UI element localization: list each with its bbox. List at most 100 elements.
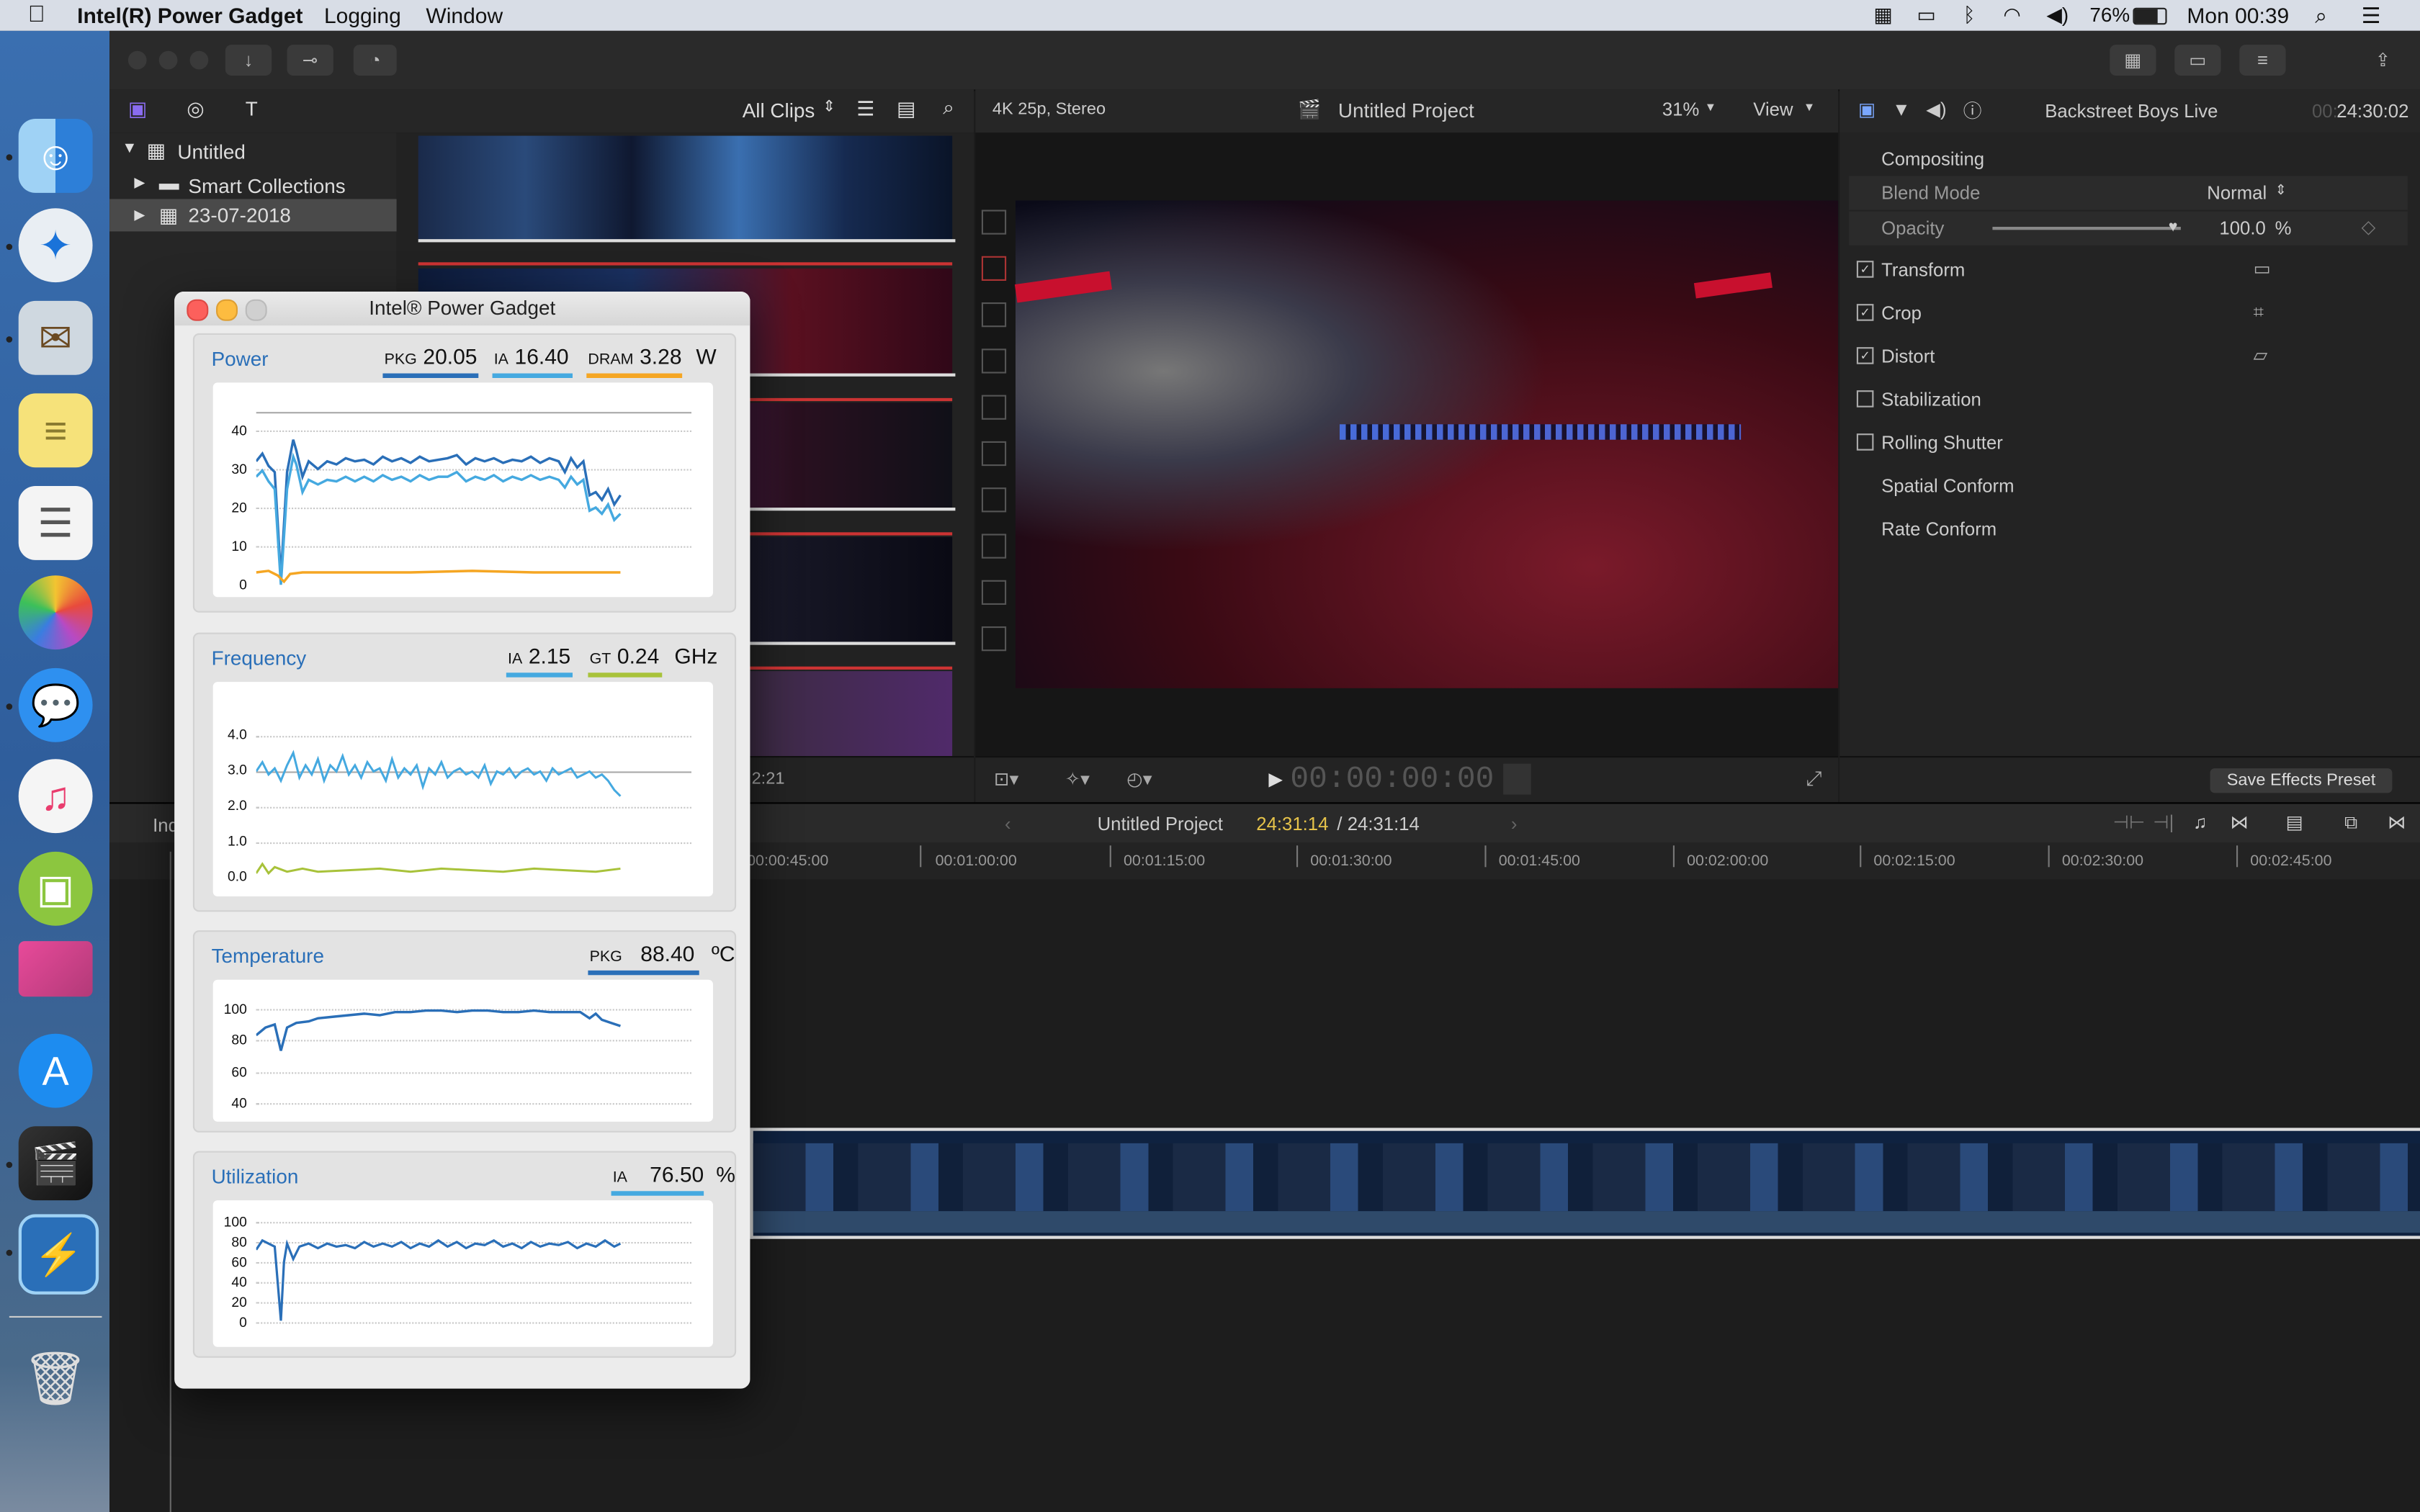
timeline-toggle-icon[interactable]: ▭ — [2174, 45, 2221, 76]
browser-toggle-icon[interactable]: ▦ — [2110, 45, 2156, 76]
compositing-section[interactable]: Compositing — [1849, 142, 2408, 176]
effects-browser-icon[interactable]: ⧉ — [2344, 811, 2357, 834]
mail-icon[interactable]: ✉ — [18, 300, 93, 375]
checkbox-unchecked-icon[interactable] — [1856, 390, 1874, 408]
headphones-icon[interactable]: ♫ — [2193, 811, 2207, 833]
video-frame[interactable] — [1014, 200, 1839, 688]
clip-filter[interactable]: All Clips — [743, 99, 815, 122]
transitions-browser-icon[interactable]: ⋈ — [2388, 811, 2406, 833]
photos-icon[interactable] — [18, 575, 93, 650]
opacity-value[interactable]: 100.0 — [2219, 217, 2265, 239]
airplay-icon[interactable]: ▭ — [1917, 3, 1935, 27]
view-menu[interactable]: View — [1753, 99, 1793, 120]
event-item-selected[interactable]: ▶ ▦ 23-07-2018 — [109, 199, 397, 232]
back-icon[interactable]: ‹ — [1005, 813, 1011, 834]
y-tick-label: 20 — [231, 1294, 247, 1310]
distort-icon[interactable]: ▱ — [2254, 344, 2268, 366]
battery-icon[interactable] — [2133, 7, 2167, 25]
reminders-icon[interactable]: ☰ — [18, 486, 93, 560]
trash-icon[interactable]: 🗑 — [19, 1342, 93, 1416]
final-cut-pro-icon[interactable]: 🎬 — [18, 1126, 93, 1201]
effect-row-spatial-conform[interactable]: Spatial Conform — [1849, 469, 2408, 503]
list-view-icon[interactable]: ☰ — [856, 97, 874, 122]
disclosure-closed-icon[interactable]: ▶ — [134, 207, 145, 224]
zoom-button[interactable] — [189, 50, 209, 70]
search-icon[interactable]: ⌕ — [943, 96, 954, 120]
close-button[interactable] — [187, 299, 209, 321]
share-icon[interactable]: ⇪ — [2360, 45, 2406, 76]
retime-icon[interactable]: ◴▾ — [1126, 768, 1152, 790]
viewer-timecode[interactable]: 00:00:00:00 — [1290, 762, 1494, 798]
messages-icon[interactable]: 💬 — [18, 667, 93, 742]
background-tasks-icon[interactable]: ◔ — [353, 45, 397, 76]
zoom-menu[interactable]: 31% — [1662, 99, 1699, 120]
libraries-icon[interactable]: ▣ — [128, 97, 147, 122]
save-effects-preset-button[interactable]: Save Effects Preset — [2210, 768, 2393, 793]
titles-icon[interactable]: T — [246, 97, 258, 120]
enhance-icon[interactable]: ✧▾ — [1065, 768, 1090, 790]
disclosure-closed-icon[interactable]: ▶ — [134, 174, 145, 192]
menu-window[interactable]: Window — [426, 3, 503, 27]
fullscreen-icon[interactable]: ⤢ — [1806, 767, 1821, 791]
bluetooth-icon[interactable]: ᛒ — [1963, 3, 1976, 26]
blend-mode-popup[interactable]: Normal — [2207, 182, 2267, 204]
status-icon[interactable]: ▦ — [1873, 3, 1892, 27]
imac-icon[interactable] — [18, 941, 93, 997]
clock[interactable]: Mon 00:39 — [2187, 3, 2289, 27]
cloud-app-icon[interactable]: ▣ — [18, 851, 93, 926]
checkbox-checked-icon[interactable]: ✓ — [1856, 347, 1874, 364]
library-item[interactable]: ▼ ▦ Untitled — [119, 139, 381, 167]
effect-label: Rate Conform — [1881, 518, 1997, 540]
spotlight-icon[interactable]: ⌕ — [2315, 3, 2327, 29]
clip-appearance-icon[interactable]: ▤ — [2286, 811, 2303, 833]
notes-icon[interactable]: ≡ — [18, 393, 93, 468]
import-icon[interactable]: ↓ — [225, 45, 272, 76]
selection-duration: 2:21 — [751, 770, 785, 788]
keywords-icon[interactable]: ⊸ — [287, 45, 333, 76]
checkbox-checked-icon[interactable]: ✓ — [1856, 261, 1874, 278]
zoom-button[interactable] — [245, 299, 267, 321]
clip-thumbnail[interactable] — [418, 135, 953, 241]
checkbox-unchecked-icon[interactable] — [1856, 433, 1874, 451]
app-store-icon[interactable]: A — [18, 1033, 93, 1108]
close-button[interactable] — [127, 50, 147, 70]
snapping-icon[interactable]: ⋈ — [2230, 811, 2249, 833]
color-inspector-icon[interactable]: ▼ — [1892, 99, 1910, 120]
effect-row-rate-conform[interactable]: Rate Conform — [1849, 512, 2408, 546]
inspector-toggle-icon[interactable]: ≡ — [2239, 45, 2286, 76]
timeline-clip[interactable] — [750, 1128, 2420, 1239]
audio-inspector-icon[interactable]: ◀) — [1926, 99, 1946, 120]
safari-icon[interactable]: ✦ — [18, 208, 93, 283]
banner-left — [1014, 271, 1112, 303]
power-gadget-icon[interactable]: ⚡ — [18, 1214, 99, 1295]
video-inspector-icon[interactable]: ▣ — [1858, 99, 1876, 120]
wifi-icon[interactable]: ◠ — [2003, 3, 2020, 27]
filmstrip-icon[interactable]: ▤ — [897, 97, 915, 122]
smart-collections-item[interactable]: ▶ ▬ Smart Collections — [131, 171, 393, 199]
info-inspector-icon[interactable]: ⓘ — [1963, 97, 1982, 123]
skimming-icon[interactable]: ⊣⊢ — [2113, 811, 2146, 833]
checkbox-checked-icon[interactable]: ✓ — [1856, 304, 1874, 321]
minimize-button[interactable] — [158, 50, 178, 70]
volume-icon[interactable]: ◀) — [2046, 3, 2069, 27]
forward-icon[interactable]: › — [1511, 813, 1518, 834]
running-indicator — [6, 154, 13, 161]
finder-icon[interactable]: ☺ — [18, 119, 93, 193]
menu-logging[interactable]: Logging — [324, 3, 401, 27]
playhead[interactable] — [169, 851, 171, 1512]
opacity-slider[interactable] — [1992, 227, 2181, 230]
minimize-button[interactable] — [216, 299, 238, 321]
disclosure-open-icon[interactable]: ▼ — [122, 140, 137, 158]
slider-knob-icon[interactable]: ♥ — [2169, 219, 2178, 236]
transform-tool-icon[interactable]: ⊡▾ — [994, 768, 1018, 790]
app-menu[interactable]: Intel(R) Power Gadget — [77, 3, 302, 27]
audio-skimming-icon[interactable]: ⊣| — [2153, 811, 2174, 833]
photos-audio-icon[interactable]: ◎ — [187, 97, 204, 122]
transform-icon[interactable]: ▭ — [2254, 258, 2271, 279]
music-icon[interactable]: ♫ — [18, 759, 93, 834]
keyframe-icon[interactable]: ◇ — [2362, 216, 2376, 238]
apple-menu-icon[interactable]:  — [28, 1, 45, 27]
notification-center-icon[interactable]: ☰ — [2362, 3, 2381, 29]
play-icon[interactable]: ▶ — [1268, 768, 1283, 790]
crop-icon[interactable]: ⌗ — [2254, 301, 2264, 324]
